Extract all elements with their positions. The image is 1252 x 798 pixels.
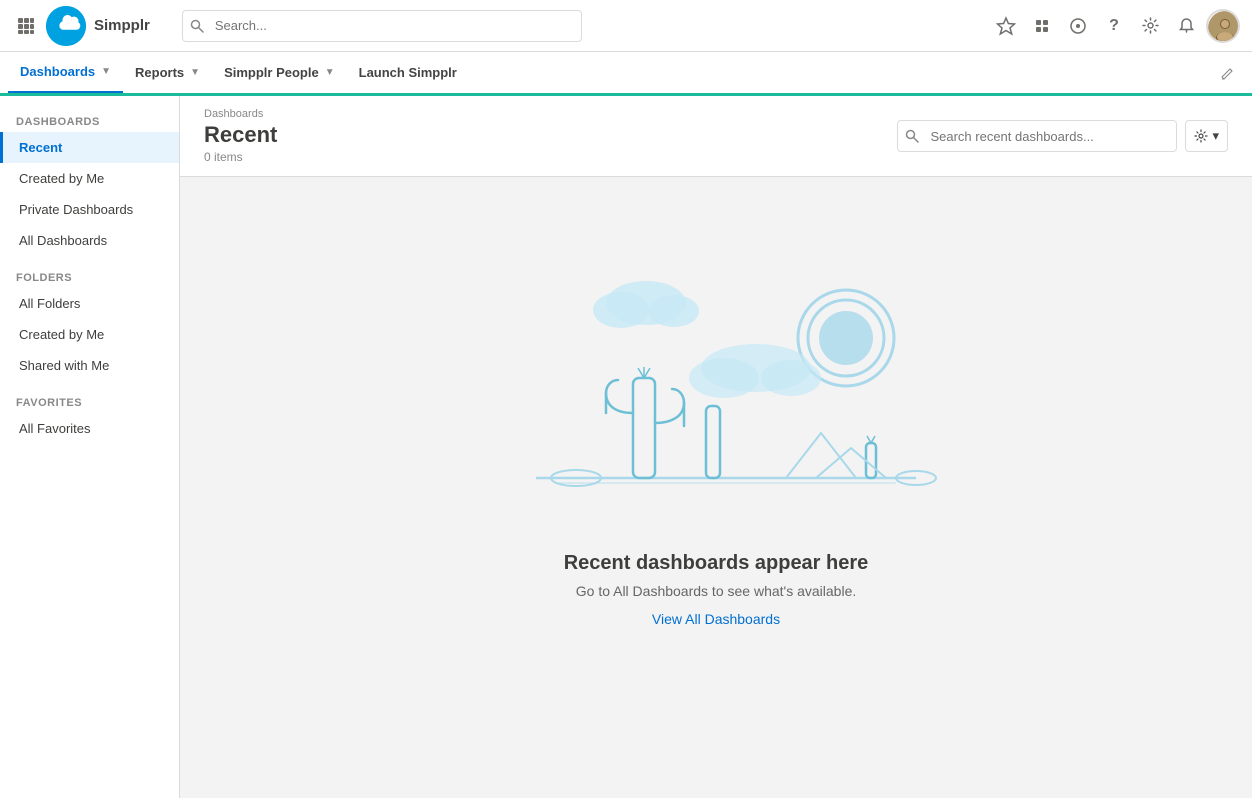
item-count: 0 items bbox=[204, 150, 277, 164]
sidebar-item-private-dashboards[interactable]: Private Dashboards bbox=[0, 194, 179, 225]
nav-simpplr-people[interactable]: Simpplr People ▼ bbox=[212, 52, 347, 93]
empty-state-illustration bbox=[476, 248, 956, 528]
reports-chevron-icon: ▼ bbox=[190, 67, 200, 78]
sidebar-item-recent[interactable]: Recent bbox=[0, 132, 179, 163]
top-nav: Simpplr ? bbox=[0, 0, 1252, 52]
sidebar-item-shared-with-me[interactable]: Shared with Me bbox=[0, 350, 179, 381]
app-grid-icon[interactable] bbox=[12, 12, 40, 40]
favorites-icon-btn[interactable] bbox=[990, 10, 1022, 42]
search-recent-input[interactable] bbox=[897, 120, 1177, 152]
empty-state: Recent dashboards appear here Go to All … bbox=[180, 177, 1252, 697]
empty-state-subtitle: Go to All Dashboards to see what's avail… bbox=[576, 583, 857, 599]
sidebar: DASHBOARDS Recent Created by Me Private … bbox=[0, 96, 180, 798]
content-area: Dashboards Recent 0 items ▾ bbox=[180, 96, 1252, 798]
breadcrumb: Dashboards bbox=[204, 108, 277, 120]
content-header: Dashboards Recent 0 items ▾ bbox=[180, 96, 1252, 177]
empty-state-title: Recent dashboards appear here bbox=[564, 552, 869, 575]
setup-icon-btn[interactable] bbox=[1026, 10, 1058, 42]
sidebar-item-created-by-me-dash[interactable]: Created by Me bbox=[0, 163, 179, 194]
nav-reports[interactable]: Reports ▼ bbox=[123, 52, 212, 93]
salesforce-logo[interactable] bbox=[46, 6, 86, 46]
breadcrumb-title-wrap: Dashboards Recent 0 items bbox=[204, 108, 277, 164]
content-header-actions: ▾ bbox=[897, 120, 1228, 152]
global-search bbox=[182, 10, 582, 42]
settings-icon-btn[interactable] bbox=[1134, 10, 1166, 42]
people-chevron-icon: ▼ bbox=[325, 67, 335, 78]
sidebar-item-created-by-me-folders[interactable]: Created by Me bbox=[0, 319, 179, 350]
nav-dashboards[interactable]: Dashboards ▼ bbox=[8, 52, 123, 93]
help-icon-btn[interactable]: ? bbox=[1098, 10, 1130, 42]
top-nav-actions: ? bbox=[990, 9, 1240, 43]
avatar[interactable] bbox=[1206, 9, 1240, 43]
nav-edit-icon[interactable] bbox=[1212, 52, 1244, 93]
app-name: Simpplr bbox=[94, 17, 150, 34]
app-nav: Dashboards ▼ Reports ▼ Simpplr People ▼ … bbox=[0, 52, 1252, 96]
view-all-dashboards-link[interactable]: View All Dashboards bbox=[652, 611, 780, 627]
search-recent-wrap bbox=[897, 120, 1177, 152]
page-title: Recent bbox=[204, 122, 277, 148]
sidebar-item-all-folders[interactable]: All Folders bbox=[0, 288, 179, 319]
nav-launch-simpplr[interactable]: Launch Simpplr bbox=[347, 52, 469, 93]
dashboards-chevron-icon: ▼ bbox=[101, 66, 111, 77]
sidebar-item-all-favorites[interactable]: All Favorites bbox=[0, 413, 179, 444]
main-layout: DASHBOARDS Recent Created by Me Private … bbox=[0, 96, 1252, 798]
settings-dropdown-btn[interactable]: ▾ bbox=[1185, 120, 1228, 152]
app-launcher-icon-btn[interactable] bbox=[1062, 10, 1094, 42]
global-search-input[interactable] bbox=[182, 10, 582, 42]
sidebar-section-dashboards: DASHBOARDS bbox=[0, 108, 179, 132]
sidebar-section-folders: FOLDERS bbox=[0, 264, 179, 288]
sidebar-section-favorites: FAVORITES bbox=[0, 389, 179, 413]
notifications-icon-btn[interactable] bbox=[1170, 10, 1202, 42]
sidebar-item-all-dashboards[interactable]: All Dashboards bbox=[0, 225, 179, 256]
